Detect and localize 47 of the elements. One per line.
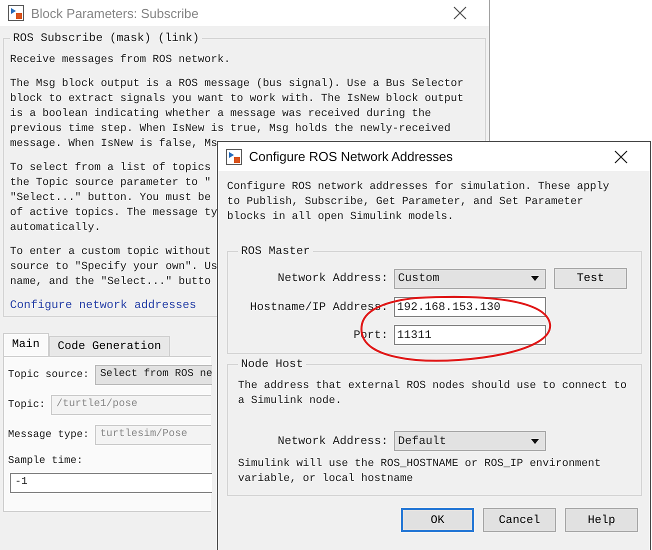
description-line: To enter a custom topic without [10,245,211,260]
close-icon[interactable] [453,6,467,20]
dialog-description: Configure ROS network addresses for simulation. These apply to Publish, Subscribe, Get Parameter, and Set Parameter blocks in all open Simulink models. [227,180,610,225]
note-text: Simulink will use the ROS_HOSTNAME or ROS_IP environment variable, or local hostname [238,457,602,487]
field-label: Network Address: [276,434,388,448]
description-line: ″Select...″ button. You must be [10,191,211,206]
description-line: the Topic source parameter to ″ [10,176,211,191]
dropdown[interactable]: Custom [394,268,546,288]
caret-icon [531,438,539,444]
app-icon [8,5,24,21]
dialog-button[interactable]: OK [401,508,474,532]
description-line: previous time step. When IsNew is true, Msg holds the newly-received [10,122,451,137]
dialog-button[interactable]: Cancel [483,508,556,532]
group-title: ROS Master [240,245,312,258]
input-field[interactable]: 11311 [394,325,546,345]
test-button[interactable]: Test [554,268,627,289]
description-line: The Msg block output is a ROS message (bus signal). Use a Bus Selector [10,77,464,92]
description-line: To select from a list of topics [10,161,211,176]
field-label: Network Address: [276,272,388,285]
input-field[interactable]: 192.168.153.130 [394,297,546,317]
field-label: Topic: [8,399,46,411]
close-icon[interactable] [614,150,628,164]
group-title: ROS Subscribe (mask) (link) [12,32,200,45]
description-line: block to extract signals you want to work with. The IsNew block output [10,92,464,107]
node-host-description: The address that external ROS nodes should use to connect to a Simulink node. [238,379,628,409]
field-label: Sample time: [8,455,83,467]
dropdown[interactable]: Select from ROS ne [95,365,212,385]
description-line: is a boolean indicating whether a message was received during the [10,107,432,122]
field-label: Message type: [8,429,90,441]
dialog-button[interactable]: Help [565,508,638,532]
description-line: source to ″Specify your own″. Us [10,260,218,275]
description-line: name, and the ″Select...″ butto [10,275,211,290]
tab[interactable]: Main [3,333,49,356]
tab[interactable]: Code Generation [48,336,170,356]
input-field[interactable]: -1 [10,473,212,493]
description-line: of active topics. The message ty [10,206,218,221]
dialog-title: Configure ROS Network Addresses [249,149,454,164]
description-line: automatically. [10,221,101,236]
window-title: Block Parameters: Subscribe [31,6,200,20]
description-line: message. When IsNew is false, Ms [10,137,218,152]
field-label: Topic source: [8,369,90,381]
description-line: Receive messages from ROS network. [10,53,230,68]
caret-icon [531,276,539,281]
app-icon [226,148,242,164]
configure-link[interactable]: Configure network addresses [10,299,196,312]
group-title: Node Host [240,358,304,371]
dropdown[interactable]: Default [394,431,546,451]
